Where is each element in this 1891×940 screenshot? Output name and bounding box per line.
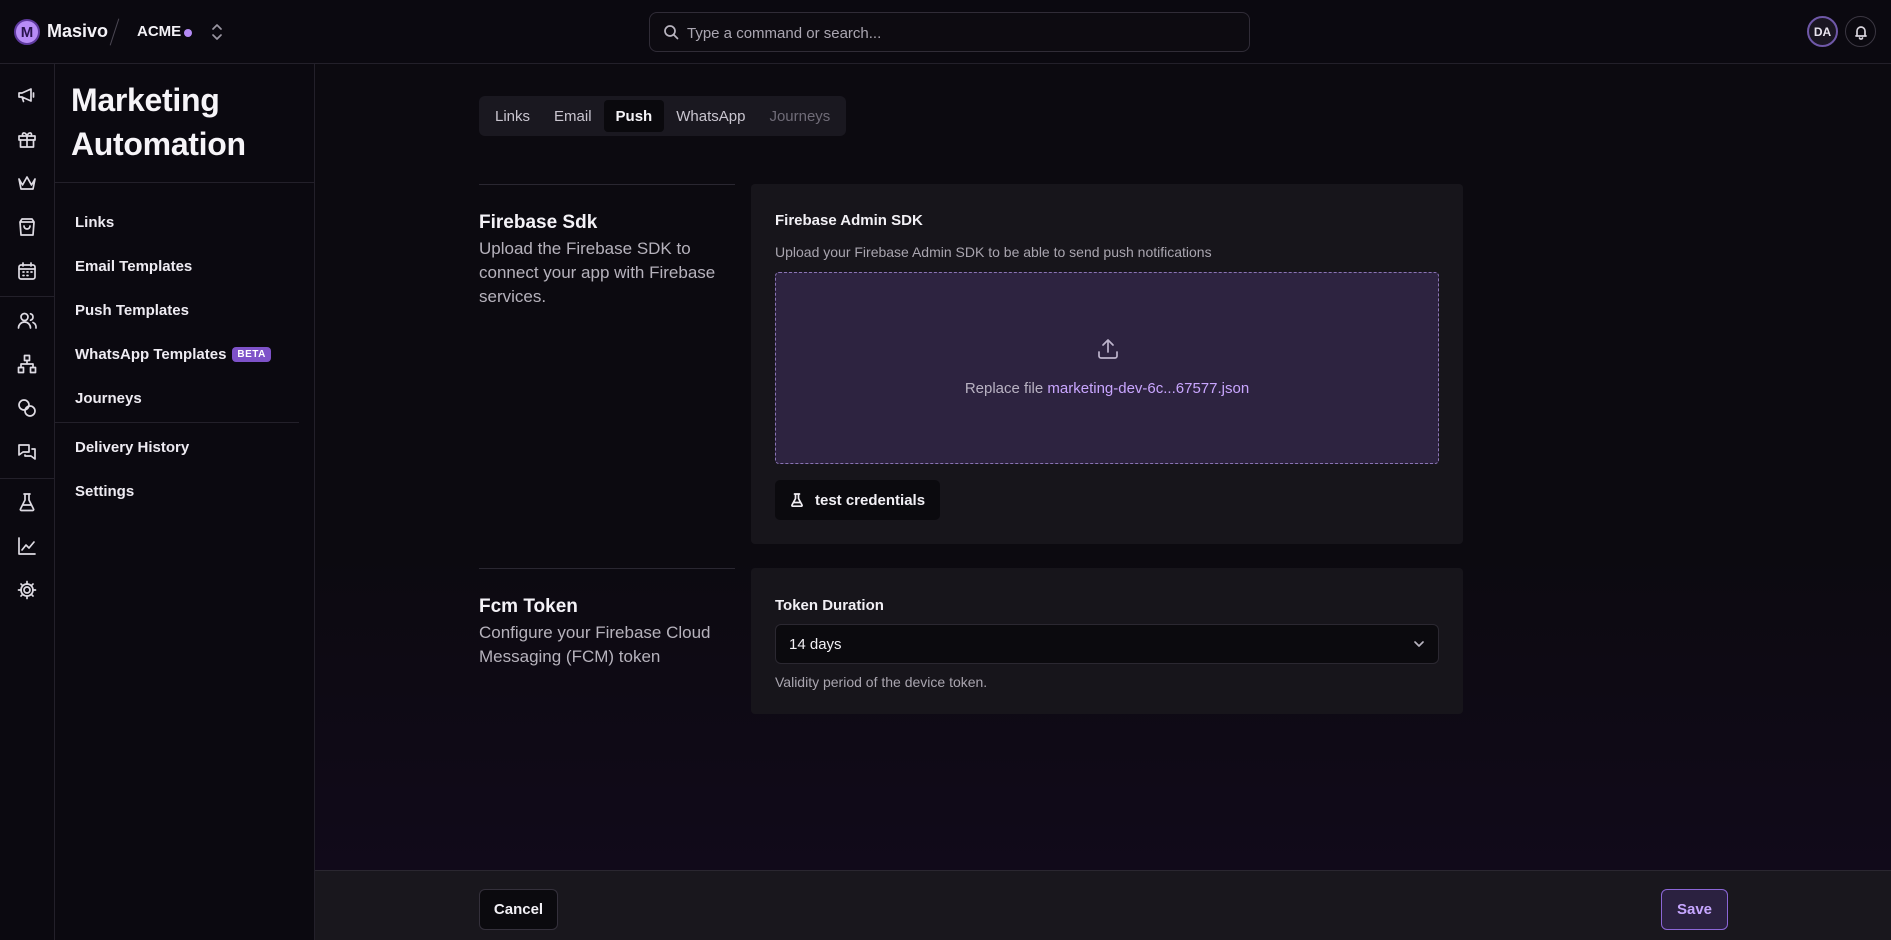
form-footer: Cancel Save — [315, 870, 1891, 940]
sidebar-item-journeys[interactable]: Journeys — [75, 390, 142, 407]
chat-icon[interactable] — [16, 441, 38, 463]
org-name[interactable]: ACME — [137, 23, 181, 40]
rail-divider — [0, 296, 55, 297]
firebase-card: Firebase Admin SDK Upload your Firebase … — [751, 184, 1463, 544]
masivo-logo[interactable]: M — [14, 19, 40, 45]
command-search[interactable]: Type a command or search... — [649, 12, 1250, 52]
token-duration-select[interactable]: 14 days — [775, 624, 1439, 664]
flask-icon — [789, 492, 805, 508]
fcm-card: Token Duration 14 days Validity period o… — [751, 568, 1463, 714]
sidebar-item-links[interactable]: Links — [75, 214, 114, 231]
replace-file-label: Replace file — [964, 380, 1044, 397]
chevron-down-icon — [1412, 637, 1426, 651]
icon-rail — [0, 64, 55, 940]
top-bar: M Masivo ACME Type a command or search..… — [0, 0, 1891, 64]
tab-push[interactable]: Push — [603, 100, 665, 132]
sidebar-title: Marketing Automation — [71, 78, 246, 166]
sidebar-item-email-templates[interactable]: Email Templates — [75, 258, 192, 275]
cancel-button[interactable]: Cancel — [479, 889, 558, 930]
flask-icon[interactable] — [16, 491, 38, 513]
chart-icon[interactable] — [16, 535, 38, 557]
breadcrumb-separator — [109, 18, 120, 46]
avatar[interactable]: DA — [1807, 16, 1838, 47]
token-duration-label: Token Duration — [775, 597, 884, 614]
sidebar-item-delivery-history[interactable]: Delivery History — [75, 439, 189, 456]
calendar-icon[interactable] — [16, 260, 38, 282]
rail-divider — [0, 478, 55, 479]
org-status-dot — [184, 29, 192, 37]
tab-whatsapp[interactable]: WhatsApp — [664, 100, 757, 132]
fcm-section-description: Configure your Firebase Cloud Messaging … — [479, 623, 711, 666]
channel-tabs: Links Email Push WhatsApp Journeys — [479, 96, 847, 136]
replace-file-text: Replace file marketing-dev-6c...67577.js… — [776, 380, 1438, 397]
gear-icon[interactable] — [16, 579, 38, 601]
uploaded-file-name[interactable]: marketing-dev-6c...67577.json — [1047, 380, 1249, 397]
section-divider — [479, 184, 735, 185]
save-button[interactable]: Save — [1661, 889, 1728, 930]
crown-icon[interactable] — [16, 172, 38, 194]
bell-icon[interactable] — [1845, 16, 1876, 47]
gift-icon[interactable] — [16, 128, 38, 150]
tab-journeys: Journeys — [769, 107, 831, 125]
firebase-section-title: Firebase Sdk — [479, 212, 598, 233]
hierarchy-icon[interactable] — [16, 353, 38, 375]
sidebar-title-line2: Automation — [71, 126, 246, 162]
users-icon[interactable] — [16, 309, 38, 331]
main-content: Links Email Push WhatsApp Journeys Fireb… — [315, 64, 1891, 870]
sidebar-divider — [55, 182, 314, 183]
sidebar-item-whatsapp-templates[interactable]: WhatsApp Templates BETA — [75, 346, 271, 363]
tab-links[interactable]: Links — [483, 100, 542, 132]
file-dropzone[interactable]: Replace file marketing-dev-6c...67577.js… — [775, 272, 1439, 464]
shopping-bag-icon[interactable] — [16, 216, 38, 238]
search-placeholder[interactable]: Type a command or search... — [687, 25, 881, 42]
sidebar-item-label: WhatsApp Templates — [75, 346, 227, 363]
sidebar-divider — [55, 422, 299, 423]
firebase-section-description: Upload the Firebase SDK to connect your … — [479, 239, 716, 306]
test-credentials-button[interactable]: test credentials — [775, 480, 941, 520]
firebase-admin-sdk-label: Firebase Admin SDK — [775, 212, 923, 229]
fcm-section-title: Fcm Token — [479, 596, 578, 617]
token-duration-help: Validity period of the device token. — [775, 674, 988, 690]
upload-icon — [1096, 337, 1120, 361]
search-icon — [663, 24, 679, 40]
beta-badge: BETA — [232, 347, 271, 362]
section-divider — [479, 568, 735, 569]
test-credentials-label: test credentials — [815, 491, 926, 509]
firebase-admin-sdk-help: Upload your Firebase Admin SDK to be abl… — [775, 244, 1212, 260]
tab-email[interactable]: Email — [542, 100, 604, 132]
brand-name[interactable]: Masivo — [47, 21, 108, 42]
coins-icon[interactable] — [16, 397, 38, 419]
chevron-up-down-icon[interactable] — [209, 22, 225, 42]
sidebar-item-settings[interactable]: Settings — [75, 483, 134, 500]
section-sidebar: Marketing Automation Links Email Templat… — [55, 64, 315, 940]
megaphone-icon[interactable] — [16, 84, 38, 106]
sidebar-title-line1: Marketing — [71, 82, 220, 118]
token-duration-value: 14 days — [789, 636, 842, 653]
sidebar-item-push-templates[interactable]: Push Templates — [75, 302, 189, 319]
